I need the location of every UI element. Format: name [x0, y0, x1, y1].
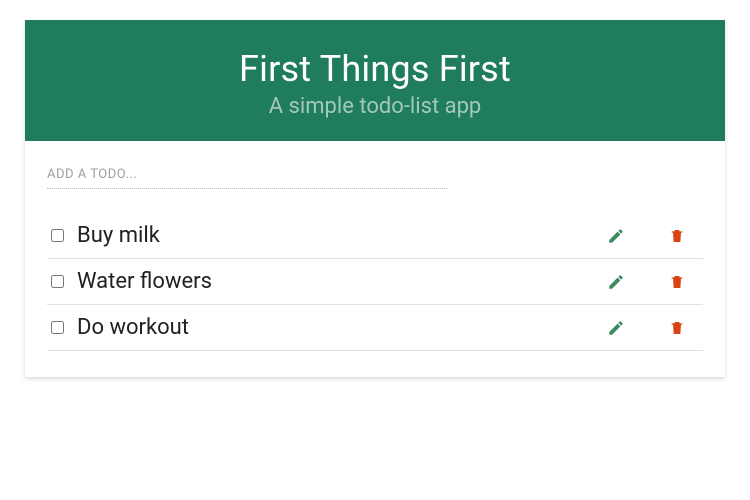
- todo-checkbox[interactable]: [51, 275, 64, 288]
- pencil-icon: [607, 227, 625, 245]
- edit-button[interactable]: [607, 273, 625, 291]
- app-title: First Things First: [45, 48, 705, 90]
- edit-button[interactable]: [607, 227, 625, 245]
- todo-checkbox[interactable]: [51, 229, 64, 242]
- add-todo-input[interactable]: [47, 163, 447, 189]
- trash-icon: [669, 227, 685, 245]
- todo-label: Water flowers: [77, 269, 607, 294]
- app-content: Buy milk Water flowers Do workout: [25, 141, 725, 377]
- app-subtitle: A simple todo-list app: [45, 94, 705, 119]
- trash-icon: [669, 319, 685, 337]
- todo-actions: [607, 273, 699, 291]
- delete-button[interactable]: [669, 273, 685, 291]
- todo-list: Buy milk Water flowers Do workout: [47, 213, 703, 351]
- todo-label: Do workout: [77, 315, 607, 340]
- todo-row: Buy milk: [47, 213, 703, 259]
- todo-actions: [607, 319, 699, 337]
- todo-checkbox[interactable]: [51, 321, 64, 334]
- pencil-icon: [607, 319, 625, 337]
- edit-button[interactable]: [607, 319, 625, 337]
- delete-button[interactable]: [669, 227, 685, 245]
- todo-actions: [607, 227, 699, 245]
- todo-row: Do workout: [47, 305, 703, 351]
- todo-label: Buy milk: [77, 223, 607, 248]
- todo-row: Water flowers: [47, 259, 703, 305]
- pencil-icon: [607, 273, 625, 291]
- trash-icon: [669, 273, 685, 291]
- app-header: First Things First A simple todo-list ap…: [25, 20, 725, 141]
- todo-app: First Things First A simple todo-list ap…: [25, 20, 725, 377]
- delete-button[interactable]: [669, 319, 685, 337]
